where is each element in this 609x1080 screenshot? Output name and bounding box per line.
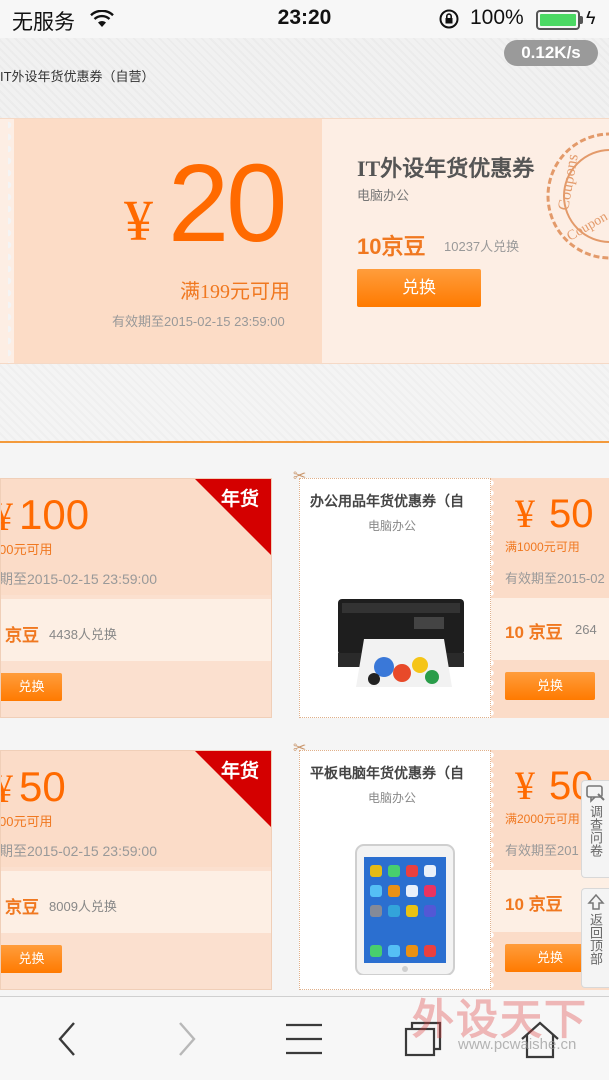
coupon-currency: ¥: [1, 765, 13, 812]
coupon-amount: 100: [19, 491, 90, 538]
coupon-card[interactable]: ¥ 50 00元可用 期至2015-02-15 23:59:00 京豆 8009…: [0, 750, 272, 990]
printer-image: [338, 599, 464, 687]
product-panel: 办公用品年货优惠券（自 电脑办公: [299, 478, 491, 718]
svg-text:Coupons: Coupons: [555, 153, 582, 212]
menu-icon[interactable]: [282, 1017, 326, 1061]
product-category: 电脑办公: [368, 791, 417, 805]
product-coupon[interactable]: ✂ 办公用品年货优惠券（自 电脑办公 ¥ 50 满1000元可用 有效期至201…: [293, 468, 609, 718]
coupons-stamp-icon: Coupons Coupon: [546, 132, 609, 260]
hero-amount: 20: [168, 142, 287, 265]
coupon-currency: ¥: [1, 493, 13, 540]
product-points-row: 10 京豆 264: [491, 598, 609, 660]
coupon-redeem-count: 4438人兑换: [49, 627, 117, 642]
tablet-image: [355, 844, 455, 975]
new-year-goods-ribbon: 年货: [195, 479, 271, 555]
coupon-card[interactable]: ¥ 100 00元可用 期至2015-02-15 23:59:00 京豆 443…: [0, 478, 272, 718]
coupon-grid: ¥ 100 00元可用 期至2015-02-15 23:59:00 京豆 443…: [0, 443, 609, 996]
product-currency: ¥: [515, 491, 535, 536]
page-header: IT外设年货优惠券（自营） 0.12K/s: [0, 38, 609, 118]
hero-condition: 满199元可用: [180, 281, 290, 303]
survey-label: 调查问卷: [588, 805, 603, 857]
tabs-icon[interactable]: [400, 1017, 444, 1061]
wifi-icon: [90, 10, 114, 27]
forward-icon[interactable]: [164, 1017, 208, 1061]
back-to-top-button[interactable]: 返回顶部: [581, 888, 609, 988]
coupon-expiry: 期至2015-02-15 23:59:00: [0, 571, 157, 587]
battery-percent: 100%: [470, 6, 524, 29]
hero-coupon-title: IT外设年货优惠券: [357, 156, 535, 181]
rotation-lock-icon: [439, 9, 459, 29]
hero-redeem-count: 10237人兑换: [444, 239, 520, 254]
back-to-top-label: 返回顶部: [588, 913, 603, 965]
product-expiry: 有效期至2015-02: [505, 571, 605, 586]
charging-icon: ϟ: [586, 8, 596, 28]
coupon-redeem-button[interactable]: 兑换: [1, 945, 62, 973]
product-title: 办公用品年货优惠券（自: [310, 493, 464, 509]
product-title: 平板电脑年货优惠券（自: [310, 765, 464, 781]
hero-redeem-button[interactable]: 兑换: [357, 269, 481, 307]
product-points: 10 京豆: [505, 895, 563, 914]
product-currency: ¥: [515, 763, 535, 808]
product-points: 10 京豆: [505, 623, 563, 642]
coupon-redeem-count: 8009人兑换: [49, 899, 117, 914]
product-amount: 50: [549, 492, 594, 536]
coupon-expiry: 期至2015-02-15 23:59:00: [0, 843, 157, 859]
product-expiry: 有效期至201: [505, 843, 579, 858]
product-condition: 满2000元可用: [505, 812, 580, 826]
product-coupon-value-panel: ¥ 50 满1000元可用 有效期至2015-02 10 京豆 264 兑换: [491, 478, 609, 718]
coupon-condition: 00元可用: [0, 542, 53, 557]
coupon-points-row: 京豆 8009人兑换: [1, 871, 271, 933]
product-panel: 平板电脑年货优惠券（自 电脑办公: [299, 750, 491, 990]
ribbon-text: 年货: [221, 759, 259, 782]
back-icon[interactable]: [46, 1017, 90, 1061]
product-coupon[interactable]: ✂ 平板电脑年货优惠券（自 电脑办公 ¥ 50 满2000元可用 有效期至201…: [293, 740, 609, 990]
arrow-up-icon: [586, 893, 605, 910]
product-redeem-button[interactable]: 兑换: [505, 672, 595, 700]
browser-toolbar: [0, 996, 609, 1080]
hero-expiry: 有效期至2015-02-15 23:59:00: [112, 314, 285, 329]
battery-tip: [580, 16, 583, 24]
page-title: IT外设年货优惠券（自营）: [0, 69, 155, 84]
hero-section: ¥ 20 满199元可用 有效期至2015-02-15 23:59:00 IT外…: [0, 118, 609, 443]
coupon-amount: 50: [19, 763, 66, 810]
coupon-condition: 00元可用: [0, 814, 53, 829]
hero-points: 10京豆: [357, 234, 426, 259]
network-speed-badge: 0.12K/s: [504, 40, 598, 66]
product-condition: 满1000元可用: [505, 540, 580, 554]
coupon-points-row: 京豆 4438人兑换: [1, 599, 271, 661]
coupon-points: 京豆: [5, 898, 39, 917]
hero-category: 电脑办公: [357, 188, 410, 203]
feedback-icon: [585, 785, 605, 803]
battery-icon: [536, 10, 580, 30]
coupon-points: 京豆: [5, 626, 39, 645]
survey-button[interactable]: 调查问卷: [581, 780, 609, 878]
hero-coupon[interactable]: ¥ 20 满199元可用 有效期至2015-02-15 23:59:00 IT外…: [0, 118, 609, 364]
carrier-label: 无服务: [12, 11, 75, 34]
home-icon[interactable]: [518, 1017, 562, 1061]
status-bar: 无服务 23:20 100% ϟ: [0, 0, 609, 38]
svg-text:Coupon: Coupon: [565, 209, 609, 244]
new-year-goods-ribbon: 年货: [195, 751, 271, 827]
ribbon-text: 年货: [221, 487, 259, 510]
coupon-redeem-button[interactable]: 兑换: [1, 673, 62, 701]
product-redeem-count: 264: [575, 622, 597, 637]
product-category: 电脑办公: [368, 519, 417, 533]
hero-currency: ¥: [124, 188, 153, 253]
